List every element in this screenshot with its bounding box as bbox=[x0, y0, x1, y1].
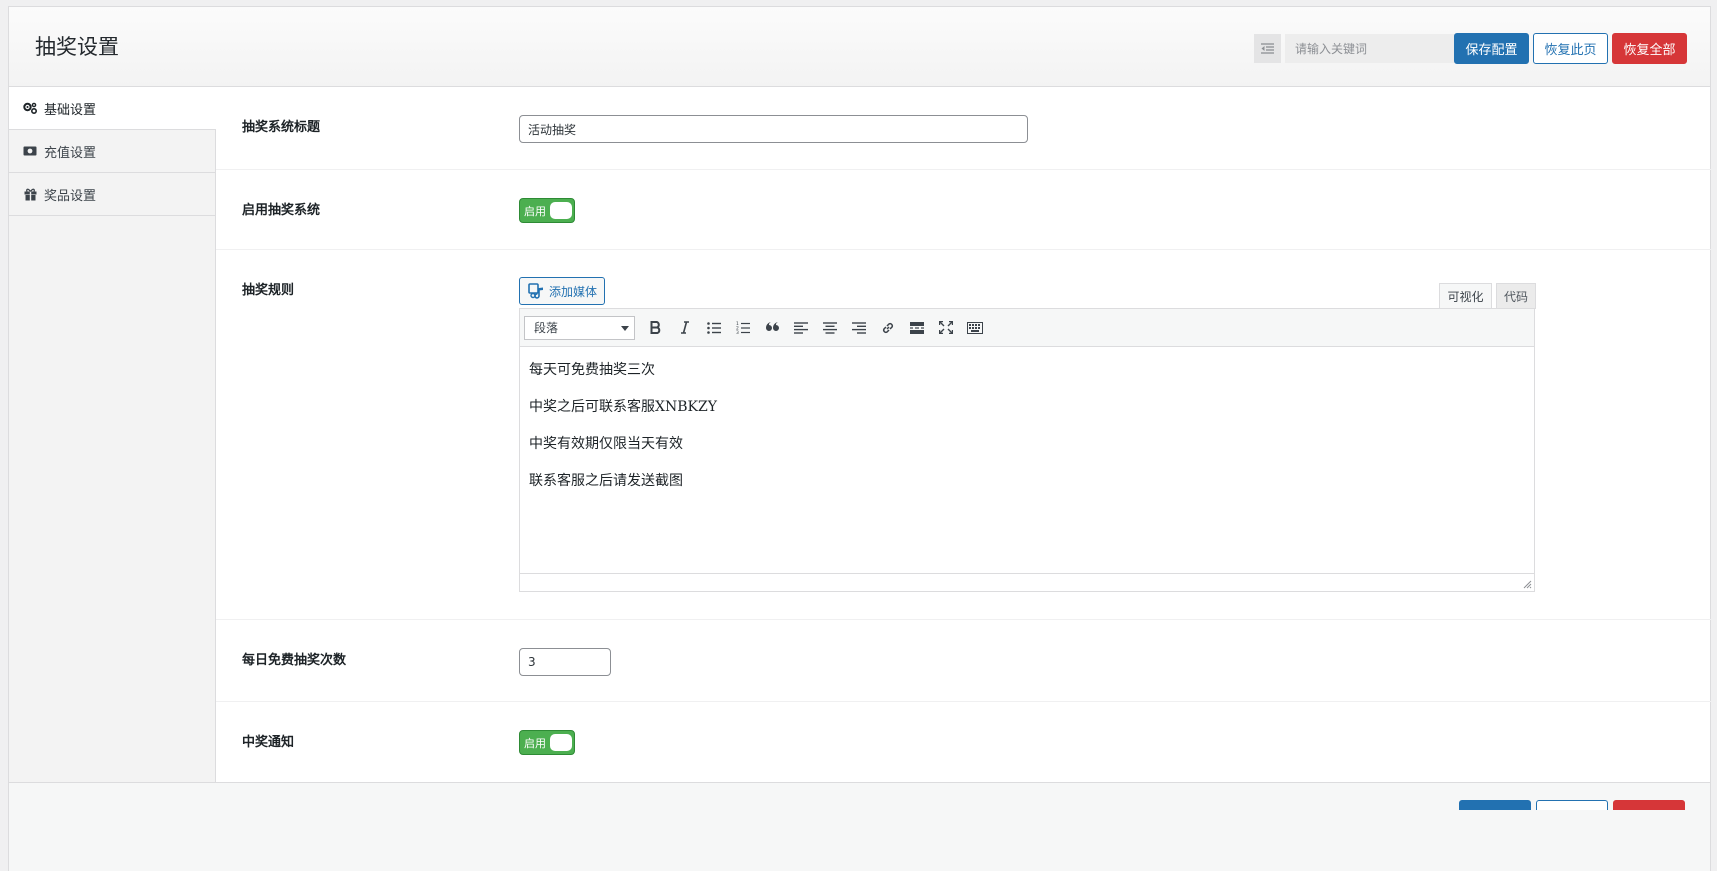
indent-icon bbox=[1261, 43, 1274, 54]
fullscreen-icon bbox=[938, 321, 953, 334]
blockquote-icon bbox=[765, 322, 779, 331]
align-right-icon bbox=[851, 321, 866, 334]
daily-free-input[interactable] bbox=[519, 648, 611, 676]
rule-line: 中奖之后可联系客服XNBKZY bbox=[529, 399, 717, 415]
enable-system-switch[interactable]: 启用 bbox=[519, 198, 575, 223]
bullet-list-icon bbox=[706, 321, 721, 334]
toolbar-toggle-button[interactable] bbox=[960, 314, 989, 342]
sidebar-item-recharge[interactable]: 充值设置 bbox=[9, 130, 215, 173]
settings-content: 抽奖系统标题 启用抽奖系统 启用 抽奖规则 添加媒体 可视化 代码 段落 bbox=[216, 87, 1711, 782]
insert-link-button[interactable] bbox=[873, 314, 902, 342]
add-media-label: 添加媒体 bbox=[549, 284, 598, 299]
settings-sidebar: 基础设置 充值设置 奖品设置 bbox=[9, 87, 216, 782]
editor-statusbar bbox=[520, 573, 1534, 591]
keyboard-icon bbox=[966, 321, 983, 334]
editor-toolbar: 段落 123 bbox=[520, 309, 1534, 347]
restore-all-button[interactable]: 恢复全部 bbox=[1612, 33, 1687, 64]
row-enable-system: 启用抽奖系统 启用 bbox=[216, 170, 1711, 250]
win-notice-switch[interactable]: 启用 bbox=[519, 730, 575, 755]
enable-system-label: 启用抽奖系统 bbox=[242, 203, 321, 218]
tab-visual[interactable]: 可视化 bbox=[1439, 283, 1492, 309]
footer-restore-all-button[interactable] bbox=[1613, 800, 1685, 810]
numbered-list-icon: 123 bbox=[736, 321, 750, 334]
chevron-down-icon bbox=[621, 325, 629, 331]
blockquote-button[interactable] bbox=[757, 314, 786, 342]
header-bar: 抽奖设置 保存配置 恢复此页 恢复全部 bbox=[9, 7, 1710, 87]
search-input[interactable] bbox=[1285, 34, 1457, 63]
footer-save-button[interactable] bbox=[1459, 800, 1531, 810]
read-more-icon bbox=[909, 321, 924, 334]
row-daily-free: 每日免费抽奖次数 bbox=[216, 620, 1711, 702]
gears-icon bbox=[23, 101, 37, 115]
bullet-list-button[interactable] bbox=[699, 314, 728, 342]
add-media-button[interactable]: 添加媒体 bbox=[519, 277, 605, 305]
system-title-label: 抽奖系统标题 bbox=[242, 120, 321, 135]
restore-page-button[interactable]: 恢复此页 bbox=[1533, 33, 1608, 64]
media-icon bbox=[528, 283, 543, 299]
win-notice-label: 中奖通知 bbox=[242, 735, 295, 750]
switch-label: 启用 bbox=[524, 737, 546, 750]
rich-text-editor: 段落 123 每天可免费抽奖三次 中奖之后可联系客服XNBKZY 中奖有效期仅限… bbox=[519, 308, 1535, 592]
bold-icon bbox=[650, 321, 660, 334]
rule-line: 每天可免费抽奖三次 bbox=[529, 362, 655, 378]
sidebar-item-label: 基础设置 bbox=[44, 102, 97, 118]
page-title: 抽奖设置 bbox=[35, 35, 119, 59]
read-more-button[interactable] bbox=[902, 314, 931, 342]
switch-knob bbox=[550, 202, 572, 219]
align-left-button[interactable] bbox=[786, 314, 815, 342]
row-system-title: 抽奖系统标题 bbox=[216, 87, 1711, 170]
sidebar-toggle-button[interactable] bbox=[1254, 34, 1281, 63]
rule-line: 联系客服之后请发送截图 bbox=[529, 473, 683, 489]
sidebar-item-prizes[interactable]: 奖品设置 bbox=[9, 173, 215, 216]
resize-handle-icon[interactable] bbox=[1523, 580, 1532, 589]
format-select[interactable]: 段落 bbox=[524, 315, 635, 340]
footer-bar bbox=[9, 782, 1710, 871]
bold-button[interactable] bbox=[641, 314, 670, 342]
money-icon bbox=[23, 144, 37, 158]
switch-label: 启用 bbox=[524, 205, 546, 218]
italic-button[interactable] bbox=[670, 314, 699, 342]
align-right-button[interactable] bbox=[844, 314, 873, 342]
footer-restore-page-button[interactable] bbox=[1536, 800, 1608, 810]
align-center-icon bbox=[822, 321, 837, 334]
gift-icon bbox=[23, 187, 37, 201]
system-title-input[interactable] bbox=[519, 115, 1028, 143]
align-center-button[interactable] bbox=[815, 314, 844, 342]
rule-line: 中奖有效期仅限当天有效 bbox=[529, 436, 683, 452]
sidebar-item-basic[interactable]: 基础设置 bbox=[9, 87, 216, 130]
tab-code[interactable]: 代码 bbox=[1496, 283, 1536, 309]
align-left-icon bbox=[793, 321, 808, 334]
italic-icon bbox=[680, 321, 689, 334]
svg-text:3: 3 bbox=[736, 330, 739, 334]
format-select-value: 段落 bbox=[534, 321, 559, 335]
fullscreen-button[interactable] bbox=[931, 314, 960, 342]
sidebar-item-label: 充值设置 bbox=[44, 145, 97, 161]
link-icon bbox=[882, 322, 893, 333]
rules-label: 抽奖规则 bbox=[242, 283, 295, 298]
editor-content[interactable]: 每天可免费抽奖三次 中奖之后可联系客服XNBKZY 中奖有效期仅限当天有效 联系… bbox=[520, 347, 1534, 573]
row-win-notice: 中奖通知 启用 bbox=[216, 702, 1711, 782]
numbered-list-button[interactable]: 123 bbox=[728, 314, 757, 342]
settings-panel: 抽奖设置 保存配置 恢复此页 恢复全部 基础设置 充值设置 奖品设置 bbox=[8, 6, 1711, 871]
save-button[interactable]: 保存配置 bbox=[1454, 33, 1529, 64]
daily-free-label: 每日免费抽奖次数 bbox=[242, 653, 347, 668]
switch-knob bbox=[550, 734, 572, 751]
sidebar-item-label: 奖品设置 bbox=[44, 188, 97, 204]
